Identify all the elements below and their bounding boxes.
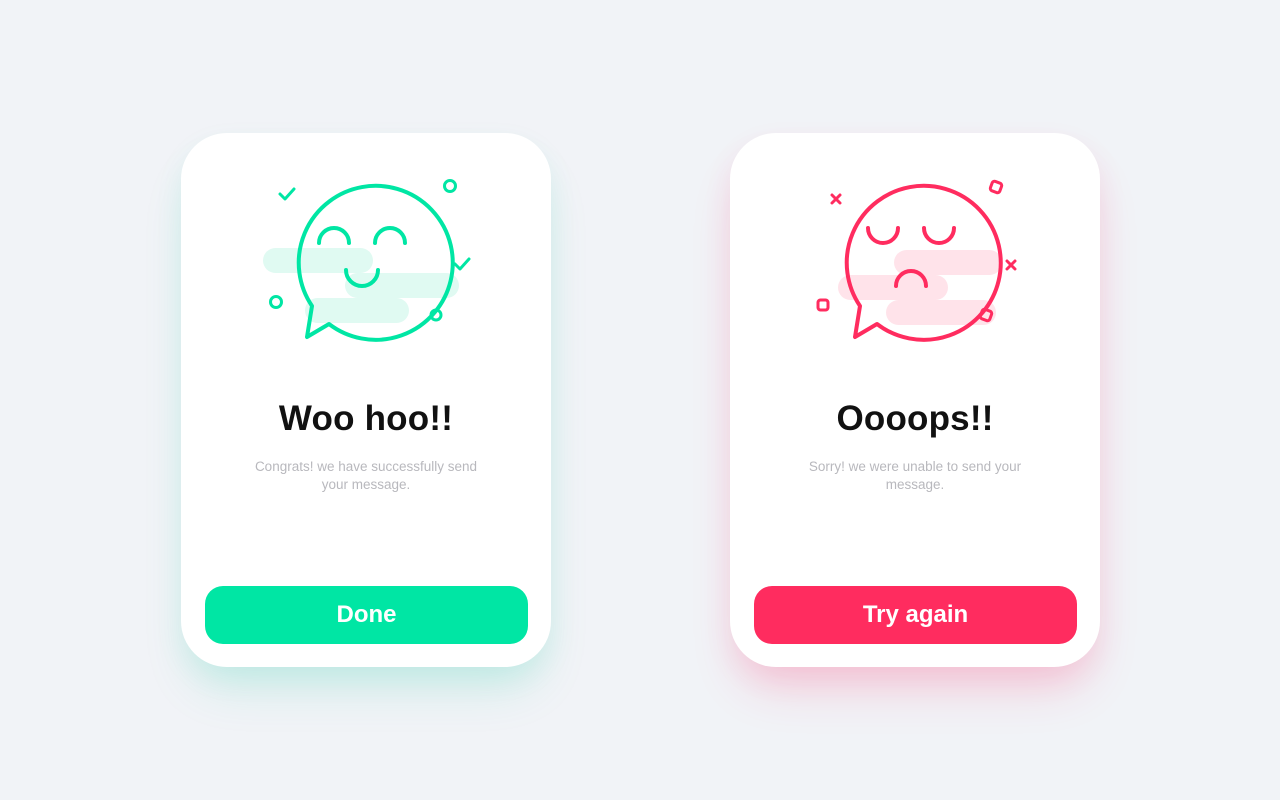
success-message: Congrats! we have successfully send your… — [254, 459, 478, 492]
error-message: Sorry! we were unable to send your messa… — [808, 459, 1022, 492]
square-sparkle-icon — [988, 179, 1004, 195]
cross-sparkle-icon — [830, 193, 842, 205]
check-icon — [453, 257, 471, 271]
check-icon — [278, 187, 296, 201]
success-dialog-card: Woo hoo!! Congrats! we have successfully… — [181, 133, 551, 667]
circle-sparkle-icon — [429, 308, 443, 322]
error-title: Oooops!! — [836, 399, 994, 438]
success-title: Woo hoo!! — [278, 399, 454, 438]
left-eye — [317, 226, 351, 245]
sad-chat-bubble-svg — [816, 179, 1017, 342]
right-eye — [922, 226, 956, 245]
happy-chat-bubble-svg — [263, 179, 471, 342]
circle-sparkle-icon — [443, 179, 457, 193]
error-dialog-card: Oooops!! Sorry! we were unable to send y… — [730, 133, 1100, 667]
left-eye — [866, 226, 900, 245]
happy-chat-bubble-icon — [181, 133, 551, 373]
cloud-shape — [305, 298, 409, 323]
right-eye — [373, 226, 407, 245]
done-button[interactable]: Done — [205, 586, 528, 644]
square-sparkle-icon — [816, 298, 830, 312]
circle-sparkle-icon — [269, 295, 283, 309]
cloud-shape — [263, 248, 373, 273]
sad-chat-bubble-icon — [730, 133, 1100, 373]
cross-sparkle-icon — [1005, 259, 1017, 271]
cloud-shape — [886, 300, 996, 325]
stage: Woo hoo!! Congrats! we have successfully… — [0, 0, 1280, 800]
try-again-button[interactable]: Try again — [754, 586, 1077, 644]
